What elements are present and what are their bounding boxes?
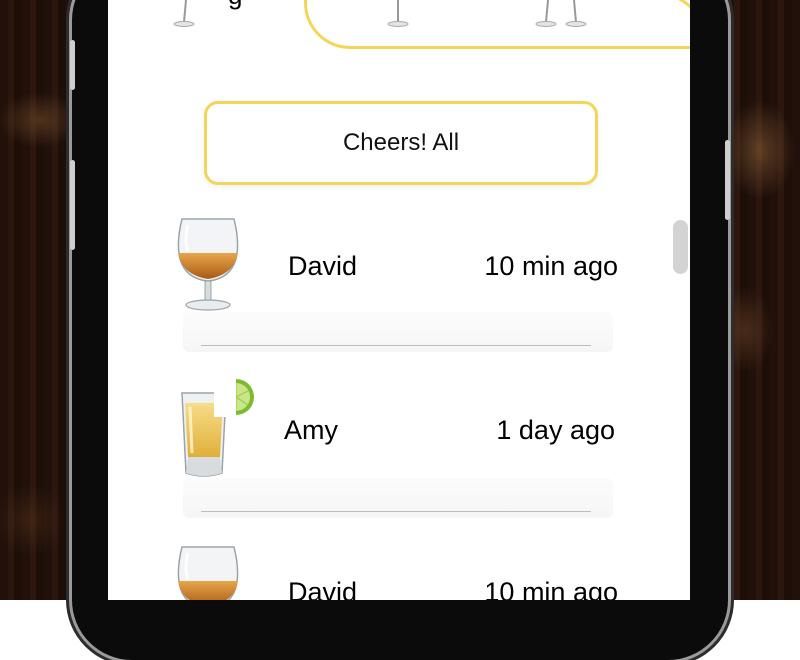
glass-stem-icon [564,0,588,28]
header-partial-label: g [228,0,242,11]
timestamp: 1 day ago [496,415,615,445]
phone-side-button [725,140,730,220]
timestamp: 10 min ago [484,251,618,281]
row-shadow [183,478,613,518]
tequila-shot-icon [174,377,254,486]
phone-side-button [70,160,75,250]
glass-stem-icon [386,0,410,28]
row-shadow [183,312,613,352]
divider [201,345,591,346]
brandy-glass-icon [168,543,248,600]
glass-stem-icon [534,0,558,28]
contact-name: Amy [284,415,338,445]
phone-side-button [70,40,75,90]
timestamp: 10 min ago [484,577,618,600]
contact-name: David [288,577,358,600]
list-item[interactable]: David 10 min ago [108,543,690,600]
brandy-glass-icon [168,215,248,320]
cheers-all-button[interactable]: Cheers! All [204,101,598,185]
cheers-all-label: Cheers! All [342,129,460,156]
list-item[interactable]: Amy 1 day ago [108,377,690,477]
top-header-curve [628,0,690,83]
contact-name: David [288,251,358,281]
list-item[interactable]: David 10 min ago [108,215,690,315]
app-screen: g Cheers! All [108,0,690,600]
divider [201,511,591,512]
glass-stem-icon [172,0,196,28]
